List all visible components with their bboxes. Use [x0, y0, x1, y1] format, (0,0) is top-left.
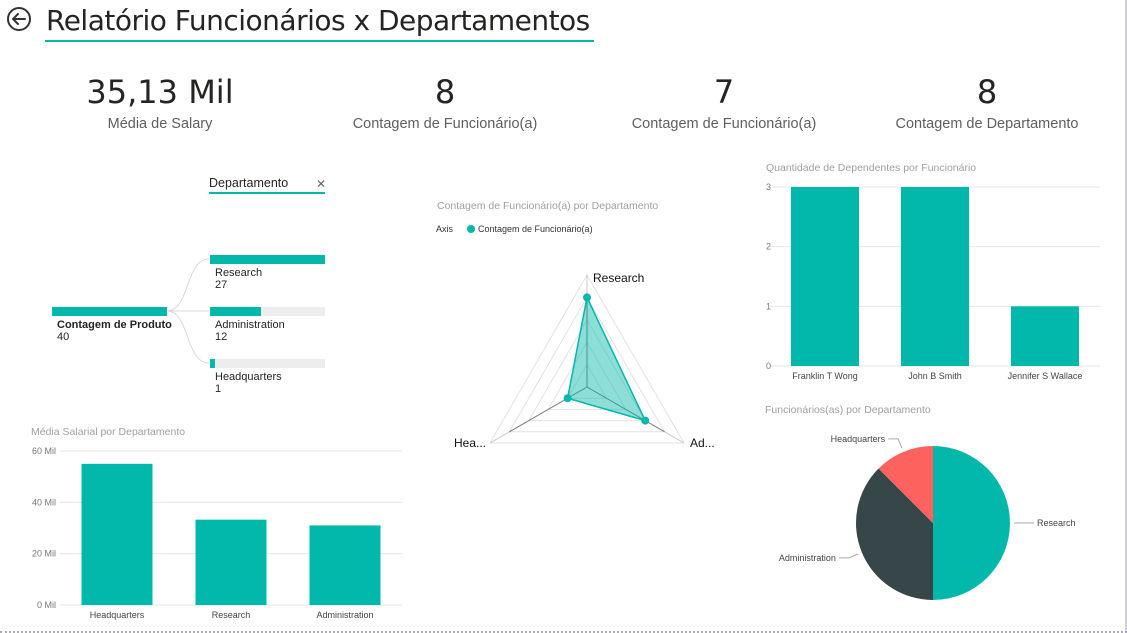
- report-canvas: Relatório Funcionários x Departamentos 3…: [0, 0, 1127, 633]
- tree-node-bar-administration[interactable]: [210, 307, 325, 316]
- bar[interactable]: [1011, 306, 1079, 366]
- tree-header-underline: [209, 192, 325, 194]
- dependents-bar-chart[interactable]: 0 1 2 3 Franklin T Wong John B Smith Jennifer …: [755, 175, 1115, 390]
- bar[interactable]: [309, 525, 381, 605]
- pie-slice-label: Research: [1037, 518, 1076, 528]
- tree-node-bar-headquarters[interactable]: [210, 359, 325, 368]
- tree-node-headquarters: Headquarters 1: [215, 371, 282, 395]
- kpi-label: Contagem de Funcionário(a): [631, 116, 817, 132]
- kpi-value: 8: [976, 73, 998, 111]
- tree-node-research: Research 27: [215, 267, 262, 291]
- kpi-value: 8: [434, 73, 456, 111]
- kpi-label: Contagem de Departamento: [895, 116, 1079, 132]
- bar[interactable]: [791, 187, 859, 366]
- tree-root-bar[interactable]: [52, 307, 167, 316]
- radar-point[interactable]: [641, 416, 650, 425]
- tree-node-value: 1: [215, 383, 222, 395]
- radar-chart[interactable]: Axis Contagem de Funcionário(a) Research…: [420, 215, 740, 465]
- tree-node-name: Headquarters: [215, 371, 282, 383]
- kpi-label: Média de Salary: [107, 116, 213, 132]
- pie-slice[interactable]: [933, 446, 1010, 600]
- radar-point[interactable]: [583, 293, 591, 302]
- radar-axis-label: Research: [593, 271, 644, 285]
- y-tick-label: 20 Mil: [32, 549, 56, 559]
- x-tick-label: Jennifer S Wallace: [1008, 371, 1083, 381]
- pie-slice-label: Administration: [779, 553, 836, 563]
- legend-title: Axis: [436, 224, 454, 234]
- back-arrow-icon[interactable]: [6, 6, 32, 32]
- radar-chart-title: Contagem de Funcionário(a) por Departame…: [437, 200, 659, 212]
- y-tick-label: 0 Mil: [37, 600, 56, 610]
- tree-node-name: Research: [215, 267, 263, 279]
- x-tick-label: Administration: [316, 610, 373, 620]
- kpi-card-department-count[interactable]: 8 Contagem de Departamento: [857, 72, 1117, 132]
- kpi-label: Contagem de Funcionário(a): [352, 116, 538, 132]
- employees-pie-chart[interactable]: Research Administration Headquarters: [760, 420, 1115, 620]
- kpi-value: 35,13 Mil: [86, 73, 234, 111]
- legend-marker: [467, 225, 475, 233]
- radar-axis-label: Hea...: [454, 436, 486, 450]
- legend-series-name: Contagem de Funcionário(a): [478, 224, 593, 234]
- title-underline: [45, 40, 594, 42]
- tree-node-bar-research[interactable]: [210, 255, 325, 264]
- tree-node-name: Administration: [215, 319, 285, 331]
- kpi-card-employee-count-2[interactable]: 7 Contagem de Funcionário(a): [594, 72, 854, 132]
- y-tick-label: 1: [766, 301, 771, 311]
- y-tick-label: 40 Mil: [32, 497, 56, 507]
- pie-chart-title: Funcionários(as) por Departamento: [765, 404, 931, 416]
- salary-chart-title: Média Salarial por Departamento: [31, 426, 186, 438]
- kpi-value: 7: [713, 73, 735, 111]
- bar[interactable]: [195, 519, 267, 605]
- x-tick-label: John B Smith: [908, 371, 962, 381]
- tree-node-administration: Administration 12: [215, 319, 285, 343]
- tree-node-value: 12: [215, 331, 228, 343]
- x-tick-label: Research: [212, 610, 251, 620]
- canvas-bottom-border: [0, 629, 1127, 633]
- radar-series-area: [566, 295, 647, 422]
- tree-level-header[interactable]: Departamento: [209, 176, 325, 190]
- bar[interactable]: [81, 463, 153, 605]
- y-tick-label: 2: [766, 242, 771, 252]
- kpi-card-avg-salary[interactable]: 35,13 Mil Média de Salary: [30, 72, 290, 132]
- y-tick-label: 0: [766, 361, 771, 371]
- radar-axis-label: Ad...: [690, 436, 715, 450]
- y-tick-label: 3: [766, 182, 771, 192]
- y-tick-label: 60 Mil: [32, 446, 56, 456]
- pie-label-leader: [888, 438, 903, 449]
- tree-root-label: Contagem de Produto 40: [57, 319, 172, 343]
- tree-root-value: 40: [57, 331, 70, 343]
- kpi-card-employee-count[interactable]: 8 Contagem de Funcionário(a): [315, 72, 575, 132]
- bar[interactable]: [901, 187, 969, 366]
- x-tick-label: Headquarters: [90, 610, 145, 620]
- salary-bar-chart[interactable]: 0 Mil 20 Mil 40 Mil 60 Mil Headquarters Resea…: [20, 440, 420, 625]
- x-tick-label: Franklin T Wong: [792, 371, 858, 381]
- pie-slice-label: Headquarters: [831, 434, 886, 444]
- page-title: Relatório Funcionários x Departamentos: [46, 4, 590, 37]
- tree-root-name: Contagem de Produto: [57, 319, 172, 331]
- radar-point[interactable]: [563, 394, 572, 403]
- dependents-chart-title: Quantidade de Dependentes por Funcionári…: [766, 162, 977, 174]
- tree-node-value: 27: [215, 279, 228, 291]
- pie-label-leader: [838, 553, 859, 559]
- tree-connectors: [166, 258, 210, 364]
- close-icon[interactable]: ✕: [316, 177, 326, 191]
